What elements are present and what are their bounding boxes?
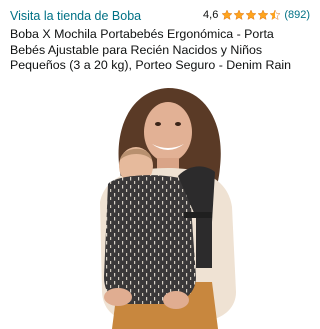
rating-summary[interactable]: 4,6 (892) <box>203 9 310 21</box>
product-title: Boba X Mochila Portabebés Ergonómica - P… <box>10 27 292 73</box>
star-half-icon <box>269 9 281 20</box>
star-full-icon <box>221 9 233 20</box>
star-rating <box>221 9 281 21</box>
product-image[interactable] <box>0 72 320 329</box>
star-full-icon <box>257 9 269 20</box>
header: Visita la tienda de Boba 4,6 (892) <box>10 9 310 25</box>
rating-value: 4,6 <box>203 9 219 21</box>
star-full-icon <box>233 9 245 20</box>
product-photo-illustration <box>100 88 236 329</box>
rating-count-link[interactable]: (892) <box>284 9 310 21</box>
visit-store-link[interactable]: Visita la tienda de Boba <box>10 9 141 23</box>
star-full-icon <box>245 9 257 20</box>
